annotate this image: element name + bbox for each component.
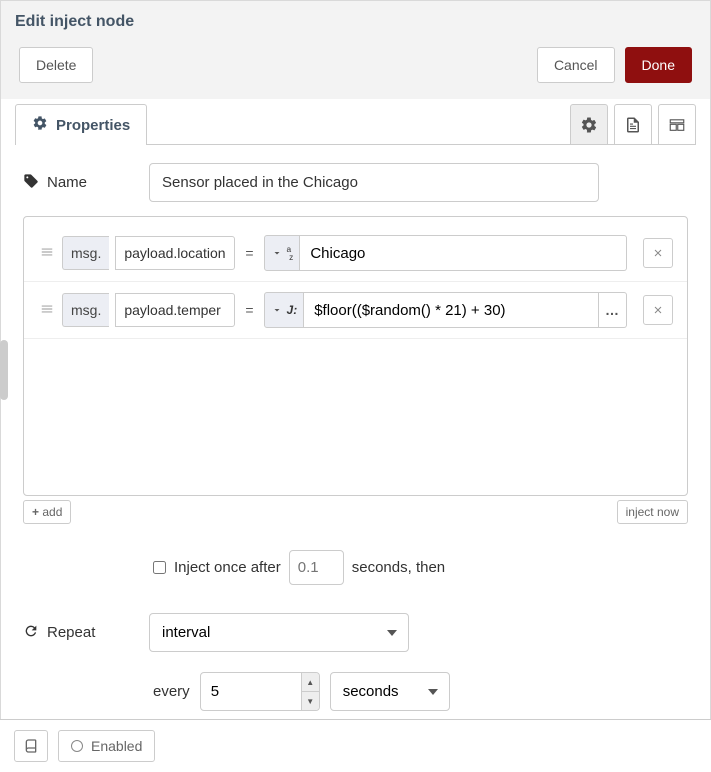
equals-sign: = bbox=[241, 302, 257, 318]
delete-button[interactable]: Delete bbox=[19, 47, 93, 83]
property-row: msg. payload.temper = J: … bbox=[24, 282, 687, 339]
expand-editor-button[interactable]: … bbox=[599, 292, 627, 328]
book-icon bbox=[23, 738, 39, 754]
help-button[interactable] bbox=[14, 730, 48, 762]
tab-properties-label: Properties bbox=[56, 117, 130, 134]
value-input[interactable] bbox=[304, 292, 599, 328]
drag-handle-icon[interactable] bbox=[38, 245, 56, 262]
dialog-title: Edit inject node bbox=[15, 13, 696, 31]
spinner-down-icon[interactable]: ▼ bbox=[302, 692, 319, 710]
dialog-footer: Enabled bbox=[0, 719, 711, 772]
plus-icon: + bbox=[32, 505, 39, 519]
caret-down-icon bbox=[271, 304, 283, 316]
repeat-label: Repeat bbox=[23, 623, 133, 643]
tab-properties[interactable]: Properties bbox=[15, 104, 147, 145]
spinner-up-icon[interactable]: ▲ bbox=[302, 673, 319, 692]
inject-now-button[interactable]: inject now bbox=[617, 500, 688, 524]
circle-icon bbox=[71, 740, 83, 752]
tab-node-description[interactable] bbox=[614, 104, 652, 145]
number-spinner[interactable]: ▲ ▼ bbox=[301, 673, 319, 710]
cancel-button[interactable]: Cancel bbox=[537, 47, 615, 83]
msg-path-input[interactable]: payload.location bbox=[115, 236, 235, 270]
repeat-mode-select[interactable]: interval bbox=[149, 613, 409, 652]
caret-down-icon bbox=[271, 247, 283, 259]
drag-handle-icon[interactable] bbox=[38, 302, 56, 319]
type-dropdown[interactable]: az bbox=[264, 235, 301, 271]
tabs: Properties bbox=[15, 99, 696, 145]
properties-list: msg. payload.location = az bbox=[23, 216, 688, 496]
name-label: Name bbox=[23, 173, 133, 193]
remove-row-button[interactable] bbox=[643, 295, 673, 325]
done-button[interactable]: Done bbox=[625, 47, 692, 83]
inject-once-label-after: seconds, then bbox=[352, 559, 445, 576]
type-dropdown[interactable]: J: bbox=[264, 292, 305, 328]
scrollbar[interactable] bbox=[0, 340, 8, 400]
msg-prefix[interactable]: msg. bbox=[62, 236, 109, 270]
layout-icon bbox=[668, 116, 686, 134]
type-string-icon: az bbox=[287, 244, 294, 261]
ellipsis-icon: … bbox=[605, 302, 620, 318]
inject-delay-input[interactable] bbox=[289, 550, 344, 585]
gear-icon bbox=[32, 115, 48, 135]
file-icon bbox=[624, 116, 642, 134]
msg-prefix[interactable]: msg. bbox=[62, 293, 109, 327]
close-icon bbox=[652, 304, 664, 316]
inject-once-checkbox[interactable] bbox=[153, 561, 166, 574]
tab-node-settings[interactable] bbox=[570, 104, 608, 145]
tab-node-appearance[interactable] bbox=[658, 104, 696, 145]
every-label: every bbox=[153, 683, 190, 700]
enabled-toggle[interactable]: Enabled bbox=[58, 730, 155, 762]
msg-path-input[interactable]: payload.temper bbox=[115, 293, 235, 327]
refresh-icon bbox=[23, 623, 39, 643]
interval-unit-select[interactable]: seconds bbox=[330, 672, 450, 711]
type-jsonata-icon: J: bbox=[287, 303, 298, 317]
close-icon bbox=[652, 247, 664, 259]
remove-row-button[interactable] bbox=[643, 238, 673, 268]
name-input[interactable] bbox=[149, 163, 599, 202]
value-input[interactable] bbox=[300, 235, 627, 271]
inject-once-label-before: Inject once after bbox=[174, 559, 281, 576]
tag-icon bbox=[23, 173, 39, 193]
gear-icon bbox=[580, 116, 598, 134]
add-property-button[interactable]: + add bbox=[23, 500, 71, 524]
property-row: msg. payload.location = az bbox=[24, 225, 687, 282]
equals-sign: = bbox=[241, 245, 257, 261]
